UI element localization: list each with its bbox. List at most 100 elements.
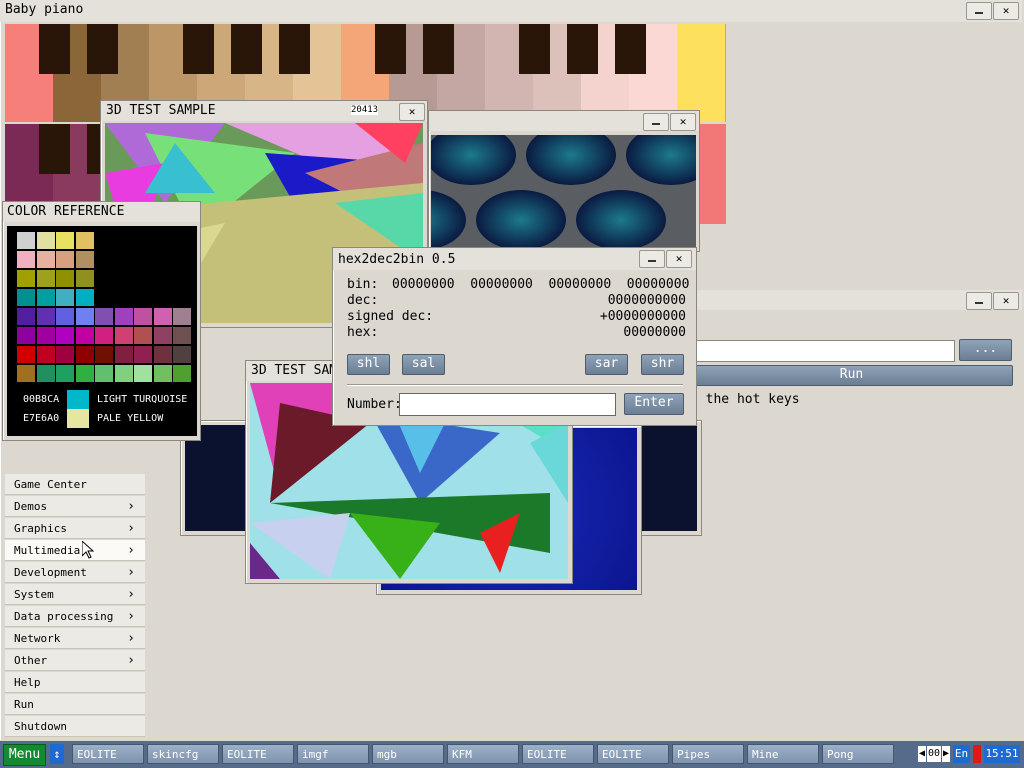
- color-swatch[interactable]: [95, 365, 113, 382]
- color-swatch[interactable]: [56, 270, 74, 287]
- menu-item[interactable]: Game Center: [5, 474, 145, 495]
- piano-black-key[interactable]: [519, 24, 550, 74]
- minimize-button[interactable]: [639, 250, 665, 268]
- menu-item[interactable]: Development ›: [5, 562, 145, 583]
- sal-button[interactable]: sal: [402, 354, 445, 375]
- taskbar-window-button[interactable]: Pong: [822, 744, 894, 764]
- color-swatch[interactable]: [36, 289, 55, 306]
- taskbar-window-button[interactable]: Mine: [747, 744, 819, 764]
- menu-item[interactable]: Shutdown: [5, 716, 145, 737]
- taskbar-window-button[interactable]: mgb: [372, 744, 444, 764]
- menu-item[interactable]: Other ›: [5, 650, 145, 671]
- close-button[interactable]: ✕: [399, 103, 425, 121]
- taskbar-window-button[interactable]: EOLITE: [522, 744, 594, 764]
- enter-button[interactable]: Enter: [624, 393, 684, 415]
- color-swatch[interactable]: [36, 232, 55, 249]
- run-dialog-titlebar[interactable]: ✕: [690, 290, 1022, 310]
- color-swatch[interactable]: [114, 308, 133, 325]
- color-swatch[interactable]: [56, 289, 74, 306]
- shr-button[interactable]: shr: [641, 354, 684, 375]
- color-swatch[interactable]: [17, 365, 35, 382]
- taskbar-window-button[interactable]: EOLITE: [222, 744, 294, 764]
- taskbar-window-button[interactable]: KFM: [447, 744, 519, 764]
- number-input[interactable]: [399, 393, 616, 416]
- browse-button[interactable]: ...: [959, 339, 1012, 361]
- menu-item[interactable]: Data processing ›: [5, 606, 145, 627]
- run-path-input[interactable]: [690, 340, 955, 362]
- piano-key[interactable]: [699, 124, 726, 224]
- color-swatch[interactable]: [56, 365, 74, 382]
- color-swatch[interactable]: [56, 327, 74, 344]
- piano-black-key[interactable]: [39, 124, 70, 174]
- close-button[interactable]: ✕: [670, 113, 696, 131]
- color-swatch[interactable]: [17, 270, 35, 287]
- piano-black-key[interactable]: [615, 24, 646, 74]
- color-swatch[interactable]: [153, 327, 172, 344]
- color-swatch[interactable]: [134, 365, 152, 382]
- color-swatch[interactable]: [134, 346, 152, 363]
- color-swatch[interactable]: [75, 289, 94, 306]
- color-swatch[interactable]: [134, 327, 152, 344]
- color-swatch[interactable]: [114, 346, 133, 363]
- color-swatch[interactable]: [17, 346, 35, 363]
- piano-keys-row-2[interactable]: [5, 124, 102, 204]
- color-reference-titlebar[interactable]: COLOR REFERENCE: [3, 202, 200, 222]
- baby-piano-titlebar[interactable]: Baby piano ✕: [0, 0, 1022, 22]
- taskbar-window-button[interactable]: skincfg: [147, 744, 219, 764]
- color-swatch[interactable]: [75, 251, 94, 268]
- color-swatch[interactable]: [75, 327, 94, 344]
- color-swatch[interactable]: [75, 308, 94, 325]
- menu-item[interactable]: Demos ›: [5, 496, 145, 517]
- color-swatch[interactable]: [75, 270, 94, 287]
- color-swatch[interactable]: [153, 346, 172, 363]
- piano-key[interactable]: [677, 24, 726, 122]
- run-button[interactable]: Run: [690, 365, 1013, 386]
- minimize-button[interactable]: [966, 2, 992, 20]
- color-swatch[interactable]: [153, 365, 172, 382]
- color-swatch[interactable]: [173, 365, 191, 382]
- menu-item[interactable]: Run: [5, 694, 145, 715]
- hex2dec2bin-titlebar[interactable]: hex2dec2bin 0.5 ✕: [333, 248, 696, 270]
- color-swatch[interactable]: [173, 327, 191, 344]
- color-swatch[interactable]: [114, 327, 133, 344]
- piano-black-key[interactable]: [375, 24, 406, 74]
- color-swatch[interactable]: [17, 327, 35, 344]
- close-button[interactable]: ✕: [993, 292, 1019, 310]
- color-swatch[interactable]: [56, 251, 74, 268]
- color-swatch[interactable]: [75, 232, 94, 249]
- color-swatch[interactable]: [173, 308, 191, 325]
- menu-button[interactable]: Menu: [3, 744, 46, 766]
- menu-item[interactable]: Multimedia ›: [5, 540, 145, 561]
- color-swatch[interactable]: [36, 346, 55, 363]
- color-swatch[interactable]: [56, 232, 74, 249]
- close-button[interactable]: ✕: [993, 2, 1019, 20]
- pattern-window-titlebar[interactable]: ✕: [429, 111, 699, 131]
- 3d-test-titlebar[interactable]: 3D TEST SAMPLE 20413 ✕: [101, 101, 427, 121]
- menu-item[interactable]: Network ›: [5, 628, 145, 649]
- color-swatch[interactable]: [153, 308, 172, 325]
- desktop-prev-icon[interactable]: ◀: [918, 746, 926, 762]
- piano-black-key[interactable]: [183, 24, 214, 74]
- color-swatch[interactable]: [134, 308, 152, 325]
- piano-black-key[interactable]: [231, 24, 262, 74]
- taskbar-window-button[interactable]: EOLITE: [72, 744, 144, 764]
- color-swatch[interactable]: [36, 251, 55, 268]
- sar-button[interactable]: sar: [585, 354, 628, 375]
- color-swatch[interactable]: [95, 308, 113, 325]
- color-swatch[interactable]: [17, 251, 35, 268]
- color-swatch[interactable]: [36, 308, 55, 325]
- color-swatch[interactable]: [36, 327, 55, 344]
- color-swatch[interactable]: [75, 346, 94, 363]
- color-swatch[interactable]: [36, 270, 55, 287]
- piano-black-key[interactable]: [87, 24, 118, 74]
- color-swatch[interactable]: [114, 365, 133, 382]
- piano-black-key[interactable]: [567, 24, 598, 74]
- menu-item[interactable]: Graphics ›: [5, 518, 145, 539]
- color-swatch[interactable]: [173, 346, 191, 363]
- color-swatch[interactable]: [95, 327, 113, 344]
- color-swatch[interactable]: [17, 232, 35, 249]
- taskbar-window-button[interactable]: Pipes: [672, 744, 744, 764]
- color-swatch[interactable]: [56, 346, 74, 363]
- color-swatch[interactable]: [56, 308, 74, 325]
- switch-windows-icon[interactable]: ↕: [50, 744, 64, 764]
